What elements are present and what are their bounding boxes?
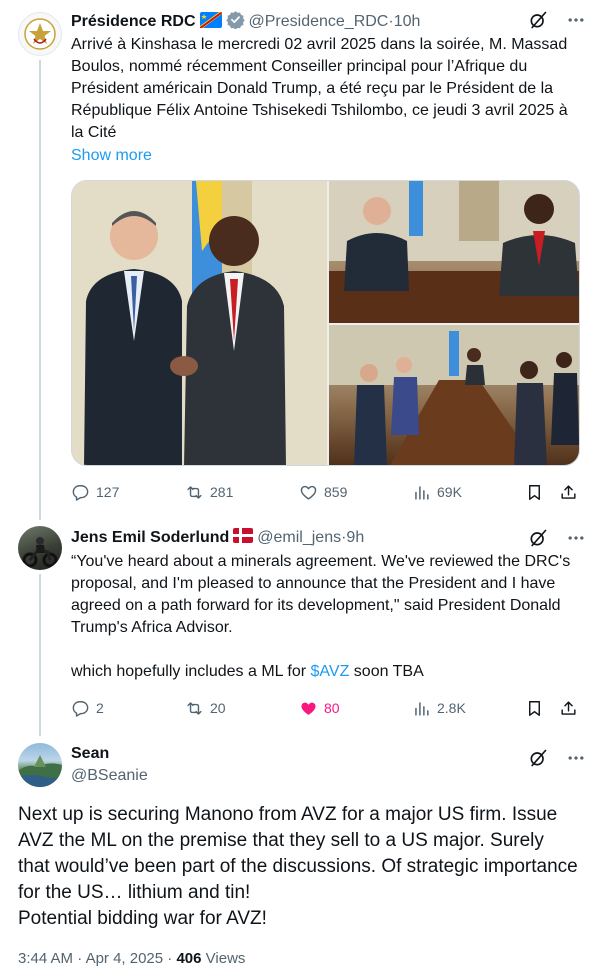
avatar[interactable] [18,743,62,787]
repost-button[interactable]: 281 [185,483,233,502]
tweet-top-actions [528,748,586,768]
share-button[interactable] [559,483,578,502]
tweet-text-line: Next up is securing Manono from AVZ for … [18,804,578,903]
text-segment: soon TBA [349,663,424,680]
views-chart-icon [415,485,429,500]
heart-filled-icon [301,702,316,715]
more-options-icon[interactable] [566,748,586,768]
thread-line [39,60,41,520]
views-label: Views [205,950,246,967]
author-name[interactable]: Jens Emil Soderlund [71,529,229,547]
tweet-actions: 2 20 80 2.8K [71,696,581,720]
views-number: 406 [176,950,202,967]
photo-handshake[interactable] [72,181,327,465]
like-count: 859 [324,484,348,500]
heart-icon [300,485,317,500]
share-icon [561,484,576,499]
views-count: 69K [437,484,462,500]
like-button[interactable]: 859 [299,483,347,502]
tweet-text-content: Arrivé à Kinshasa le mercredi 02 avril 2… [71,36,568,141]
like-count: 80 [324,700,340,716]
tweet-text-content: “You've heard about a minerals agreement… [71,553,571,636]
views-button[interactable]: 69K [412,483,462,502]
more-options-icon[interactable] [566,10,586,30]
reply-count: 2 [96,700,104,716]
tweet-timestamp[interactable]: 3:44 AM [18,950,73,967]
photo-meeting-table[interactable] [329,325,579,465]
repost-icon [187,485,202,499]
separator: · [163,950,177,967]
tweet-text: Arrivé à Kinshasa le mercredi 02 avril 2… [71,34,581,167]
author-handle[interactable]: @emil_jens [257,529,341,547]
views-count: 2.8K [437,700,466,716]
motorcycle-photo-icon [22,537,58,568]
tweet-meta: 3:44 AM · Apr 4, 2025 · 406 Views [18,950,245,967]
bookmark-icon [529,484,540,500]
tweet-time[interactable]: 9h [346,529,364,547]
tweet-header: Présidence RDC @Presidence_RDC · 10h [71,10,420,34]
share-button[interactable] [559,699,578,718]
reply-count: 127 [96,484,120,500]
repost-count: 20 [210,700,226,716]
tweet-header: Jens Emil Soderlund @emil_jens · 9h [71,528,364,548]
views-button[interactable]: 2.8K [412,699,466,718]
repost-button[interactable]: 20 [185,699,226,718]
avatar[interactable] [18,526,62,570]
presidency-seal-icon [24,18,56,50]
thread-line [39,574,41,736]
author-handle[interactable]: @BSeanie [71,766,148,786]
verified-badge-icon [225,10,245,34]
reply-icon [72,484,89,501]
drc-flag-icon [199,11,222,33]
photo-meeting-closeup[interactable] [329,181,579,323]
repost-icon [187,701,202,715]
tweet-text-line: Potential bidding war for AVZ! [18,908,267,929]
author-handle[interactable]: @Presidence_RDC [249,13,389,31]
avatar[interactable] [18,12,62,56]
text-segment: which hopefully includes a ML for [71,663,311,680]
repost-count: 281 [210,484,234,500]
tweet-top-actions [528,10,586,30]
bookmark-button[interactable] [525,483,544,502]
tweet-time[interactable]: 10h [394,13,421,31]
denmark-flag-icon [233,528,254,548]
reply-button[interactable]: 2 [71,699,104,718]
grok-icon[interactable] [528,528,548,548]
author-name[interactable]: Présidence RDC [71,13,196,31]
tweet-text-second-paragraph: which hopefully includes a ML for $AVZ s… [71,661,581,683]
author-name[interactable]: Sean [71,744,148,764]
show-more-link[interactable]: Show more [71,147,152,164]
cashtag-link[interactable]: $AVZ [311,663,350,680]
tweet-top-actions [528,528,586,548]
views-chart-icon [415,701,429,716]
main-tweet-author: Sean @BSeanie [71,744,148,786]
media-grid [71,180,580,466]
reply-icon [72,700,89,717]
share-icon [561,700,576,715]
tweet-actions: 127 281 859 69K [71,480,581,504]
tweet-text: “You've heard about a minerals agreement… [71,551,581,683]
like-button[interactable]: 80 [299,699,340,718]
more-options-icon[interactable] [566,528,586,548]
grok-icon[interactable] [528,748,548,768]
reply-button[interactable]: 127 [71,483,119,502]
separator: · [73,950,86,967]
landscape-photo-icon [18,755,62,787]
bookmark-icon [529,700,540,716]
main-tweet-text: Next up is securing Manono from AVZ for … [18,802,578,932]
bookmark-button[interactable] [525,699,544,718]
grok-icon[interactable] [528,10,548,30]
tweet-date[interactable]: Apr 4, 2025 [86,950,164,967]
